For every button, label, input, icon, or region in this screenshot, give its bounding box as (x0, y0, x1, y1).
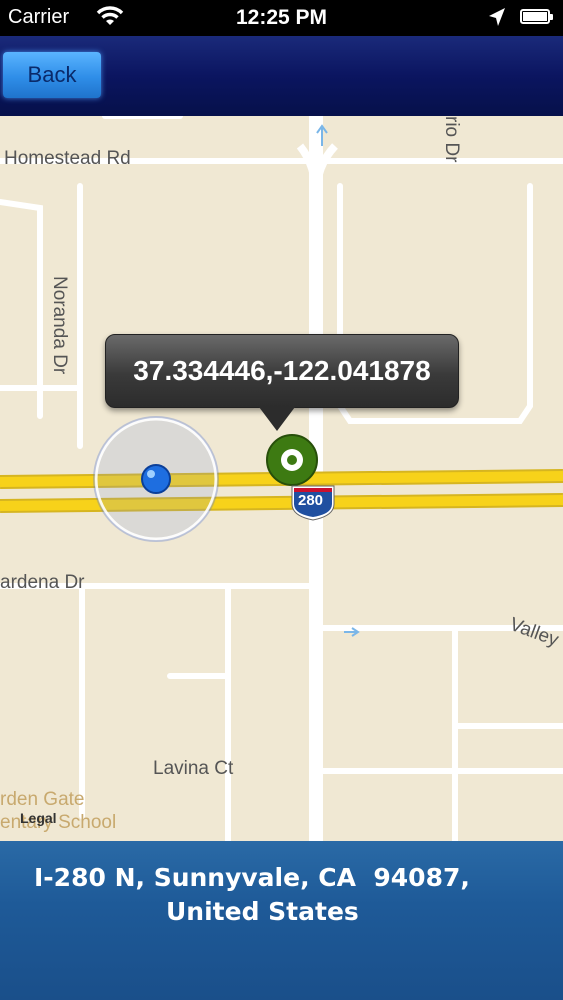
street-label: ardena Dr (0, 572, 85, 593)
location-arrow-icon (488, 7, 506, 33)
poi-label: entary School (0, 812, 117, 833)
highway-shield-number: 280 (298, 492, 324, 509)
battery-icon (520, 9, 553, 24)
street-label: Lavina Ct (153, 758, 234, 779)
poi-label: rden Gate (0, 789, 85, 810)
legal-link[interactable]: Legal (20, 810, 57, 826)
address-line-1: I-280 N, Sunnyvale, CA 94087, (34, 863, 470, 892)
street-label: rio Dr (441, 116, 462, 163)
status-bar: Carrier 12:25 PM (0, 0, 563, 36)
map-roads (0, 116, 563, 841)
back-button[interactable]: Back (3, 52, 101, 98)
callout-pointer (259, 407, 295, 431)
pin-callout[interactable]: 37.334446,-122.041878 (105, 334, 459, 408)
address-line-2: United States (166, 897, 359, 926)
street-label: Homestead Rd (4, 148, 131, 169)
address-panel: I-280 N, Sunnyvale, CA 94087, United Sta… (0, 841, 563, 1000)
map-view[interactable]: Homestead Rd Noranda Dr rio Dr ardena Dr… (0, 116, 563, 841)
street-label: Noranda Dr (49, 276, 70, 375)
clock: 12:25 PM (235, 6, 328, 29)
navigation-bar: Back (0, 36, 563, 116)
